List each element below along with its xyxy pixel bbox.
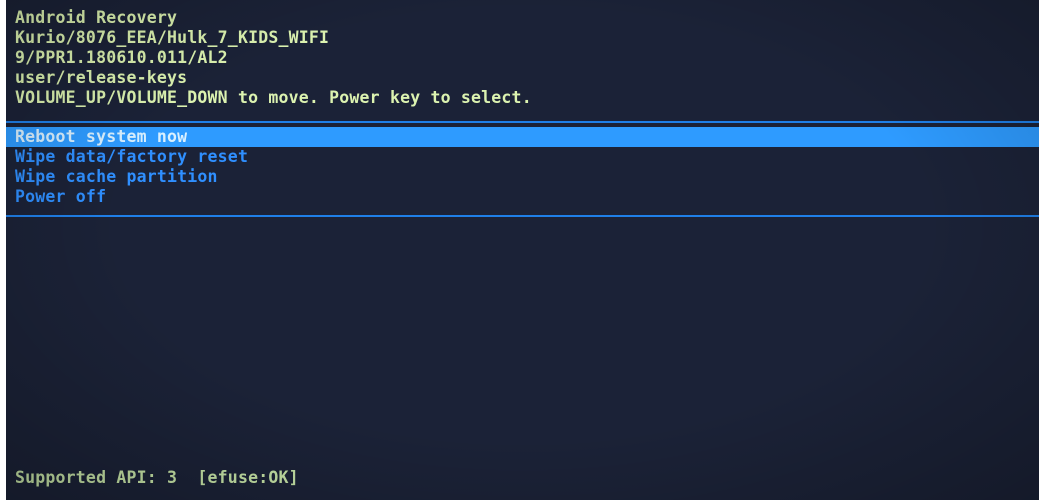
build-version: 9/PPR1.180610.011/AL2 bbox=[15, 48, 228, 67]
navigation-instructions: VOLUME_UP/VOLUME_DOWN to move. Power key… bbox=[15, 88, 532, 107]
menu-item-reboot-system-now[interactable]: Reboot system now bbox=[6, 127, 1039, 147]
build-fingerprint: Kurio/8076_EEA/Hulk_7_KIDS_WIFI bbox=[15, 28, 330, 47]
menu-bottom-divider bbox=[6, 215, 1039, 217]
menu-item-power-off[interactable]: Power off bbox=[6, 187, 1039, 207]
recovery-menu: Reboot system now Wipe data/factory rese… bbox=[6, 127, 1039, 207]
menu-item-wipe-cache-partition[interactable]: Wipe cache partition bbox=[6, 167, 1039, 187]
build-keys: user/release-keys bbox=[15, 68, 188, 87]
recovery-header: Android Recovery Kurio/8076_EEA/Hulk_7_K… bbox=[15, 8, 532, 108]
api-status-footer: Supported API: 3 [efuse:OK] bbox=[15, 468, 299, 487]
menu-item-wipe-data-factory-reset[interactable]: Wipe data/factory reset bbox=[6, 147, 1039, 167]
recovery-title: Android Recovery bbox=[15, 8, 178, 27]
menu-top-divider bbox=[6, 121, 1039, 123]
recovery-screen: Android Recovery Kurio/8076_EEA/Hulk_7_K… bbox=[6, 0, 1039, 500]
